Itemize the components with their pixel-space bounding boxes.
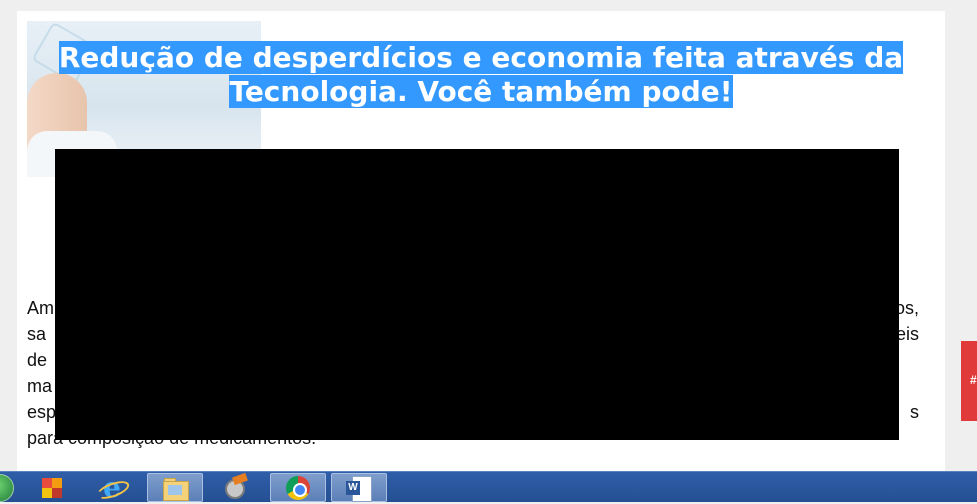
taskbar-file-explorer[interactable]	[147, 473, 203, 502]
side-floating-tab[interactable]: #	[961, 341, 977, 421]
taskbar-word[interactable]: W	[331, 473, 387, 502]
start-orb-icon[interactable]	[0, 474, 14, 502]
article-headline: Redução de desperdícios e economia feita…	[47, 41, 915, 109]
chrome-icon	[285, 475, 311, 501]
windows-taskbar: e W	[0, 471, 977, 502]
media-player-icon	[39, 475, 65, 501]
taskbar-chrome[interactable]	[270, 473, 326, 502]
taskbar-movie-maker[interactable]	[208, 472, 264, 502]
taskbar-internet-explorer[interactable]: e	[84, 473, 140, 502]
file-explorer-icon	[162, 475, 189, 501]
redaction-block	[55, 149, 899, 440]
taskbar-media-player[interactable]	[24, 473, 80, 502]
headline-selection: Redução de desperdícios e economia feita…	[58, 41, 904, 108]
side-tab-label: #	[970, 373, 977, 387]
word-icon: W	[346, 475, 372, 502]
movie-maker-icon	[223, 472, 249, 501]
internet-explorer-icon: e	[99, 473, 125, 501]
